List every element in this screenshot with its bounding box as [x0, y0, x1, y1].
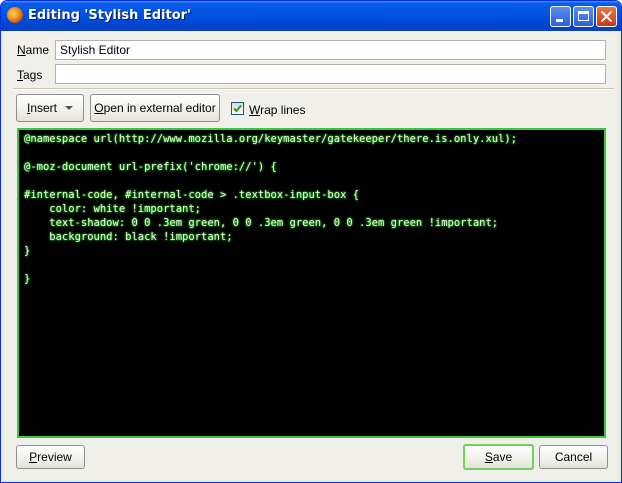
cancel-label: Cancel: [554, 450, 593, 464]
cancel-button[interactable]: Cancel: [539, 445, 608, 469]
save-button[interactable]: Save: [463, 444, 534, 470]
maximize-icon: [578, 11, 589, 21]
preview-label: Preview: [29, 450, 72, 464]
save-label: Save: [484, 450, 513, 464]
checkmark-icon: [233, 104, 242, 113]
chevron-down-icon: [65, 106, 74, 110]
code-editor[interactable]: @namespace url(http://www.mozilla.org/ke…: [17, 128, 606, 438]
wrap-lines-checkbox[interactable]: [231, 102, 244, 115]
minimize-icon: [556, 19, 563, 22]
preview-button[interactable]: Preview: [16, 445, 85, 469]
firefox-icon: [7, 7, 23, 23]
name-input[interactable]: [55, 40, 606, 60]
tags-label: Tags: [17, 68, 43, 82]
close-button[interactable]: [596, 6, 617, 27]
title-bar[interactable]: Editing 'Stylish Editor': [1, 1, 621, 31]
window-title: Editing 'Stylish Editor': [28, 8, 192, 23]
separator: [13, 88, 614, 90]
maximize-button[interactable]: [573, 6, 594, 27]
code-text[interactable]: @namespace url(http://www.mozilla.org/ke…: [19, 130, 604, 288]
wrap-lines-label[interactable]: Wrap lines: [249, 103, 305, 117]
dialog-content: Name Tags Insert Open in external editor…: [4, 31, 618, 481]
stylish-editor-window: Editing 'Stylish Editor' Name Tags Inser…: [0, 0, 622, 483]
close-icon: [601, 11, 612, 22]
minimize-button[interactable]: [550, 6, 571, 27]
open-external-editor-button[interactable]: Open in external editor: [90, 94, 220, 122]
tags-input[interactable]: [55, 64, 606, 84]
insert-dropdown-button[interactable]: Insert: [16, 94, 84, 122]
open-external-editor-label: Open in external editor: [94, 101, 216, 115]
name-label: Name: [17, 43, 50, 57]
insert-label: Insert: [26, 101, 58, 115]
